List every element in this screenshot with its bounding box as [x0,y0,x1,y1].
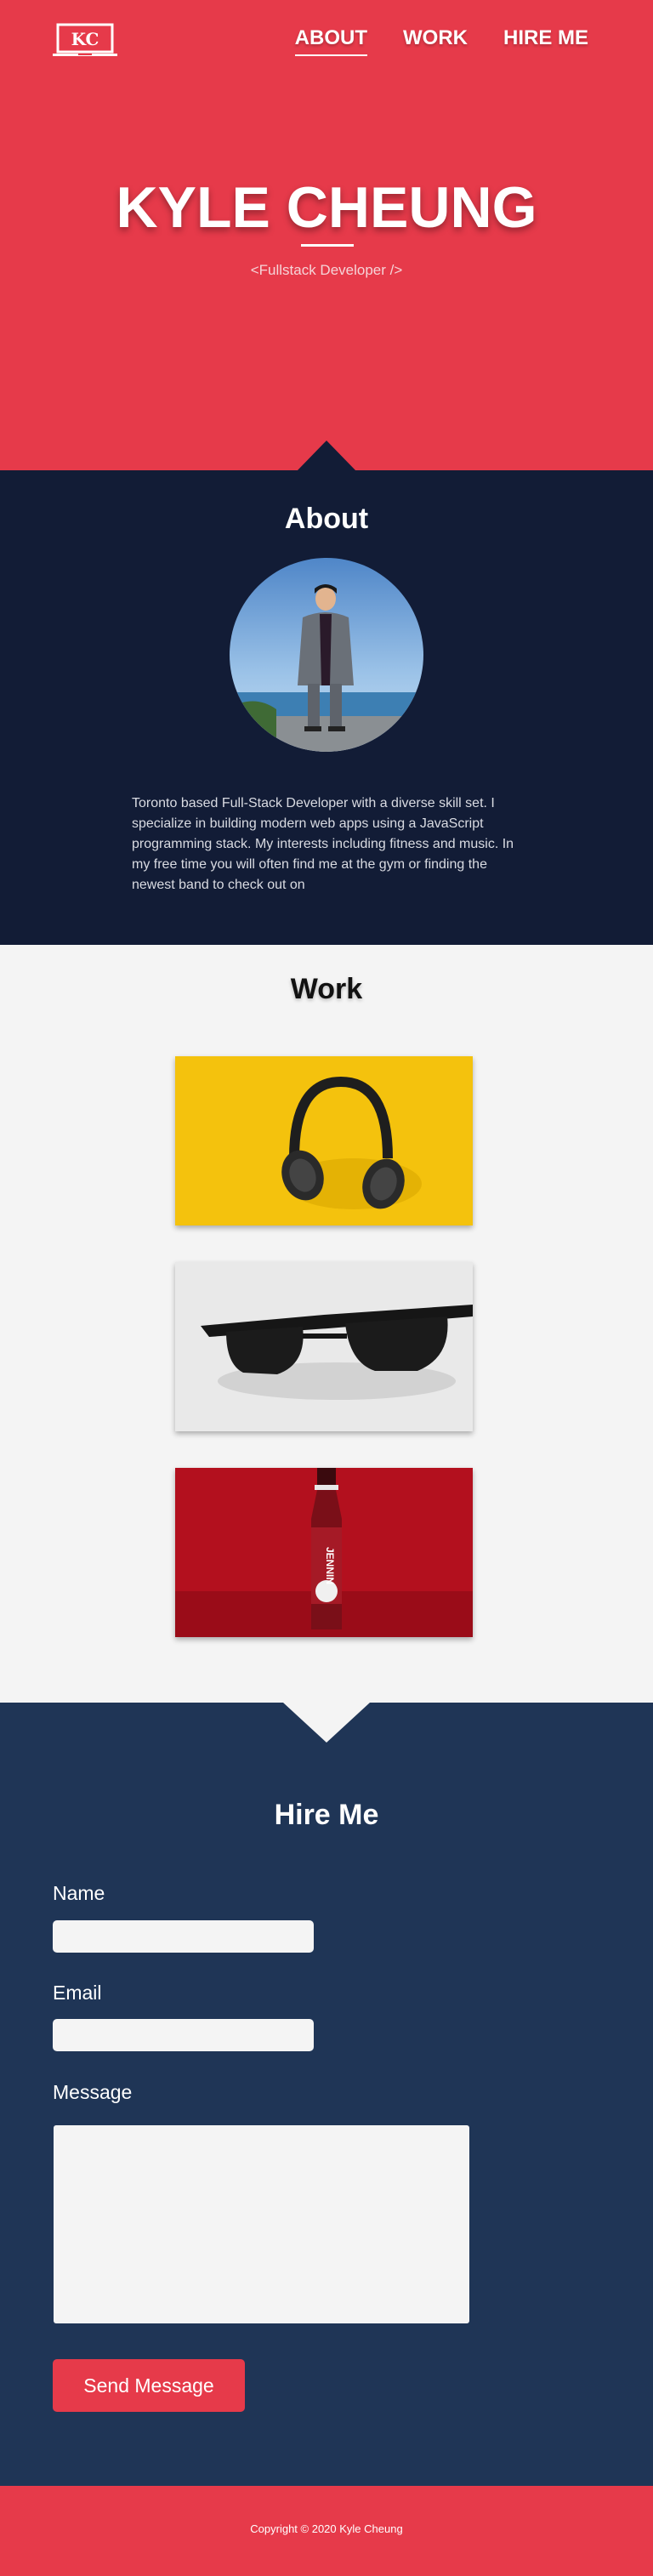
logo-laptop-icon[interactable]: KC [53,22,117,61]
work-section: Work JENNIN [0,945,653,1703]
profile-photo [230,558,423,752]
work-item-sunglasses[interactable] [175,1262,473,1431]
nav-about-link[interactable]: ABOUT [294,26,367,56]
work-title: Work [290,973,363,1005]
about-section: About Toronto based Full-Stack Developer… [0,441,653,945]
hero-underline [301,244,354,247]
footer: Copyright © 2020 Kyle Cheung [0,2486,653,2576]
name-label: Name [53,1882,105,1904]
name-field[interactable] [53,1920,314,1953]
section-pointer [283,1703,370,1743]
hero-header: KC ABOUT WORK HIRE ME KYLE CHEUNG <Fulls… [0,0,653,470]
bottle-label-text: JENNIN [324,1547,336,1584]
main-nav: ABOUT WORK HIRE ME [294,26,588,56]
logo-text: KC [71,29,99,49]
work-item-headphones[interactable] [175,1056,473,1225]
hire-title: Hire Me [274,1799,379,1831]
email-label: Email [53,1982,102,2004]
about-title: About [284,503,369,535]
work-item-bottle[interactable]: JENNIN [175,1468,473,1637]
nav-hire-link[interactable]: HIRE ME [503,26,588,56]
hero-title: KYLE CHEUNG [116,175,537,240]
copyright-text: Copyright © 2020 Kyle Cheung [250,2522,403,2535]
send-message-button[interactable]: Send Message [53,2359,245,2412]
about-description: Toronto based Full-Stack Developer with … [132,796,514,892]
section-pointer [297,441,356,471]
hero-subtitle: <Fullstack Developer /> [250,262,403,278]
hire-section: Hire Me Name Email Message Send Message [0,1703,653,2486]
nav-work-link[interactable]: WORK [403,26,468,56]
message-field[interactable] [54,2125,469,2323]
message-label: Message [53,2081,133,2103]
email-field[interactable] [53,2019,314,2051]
